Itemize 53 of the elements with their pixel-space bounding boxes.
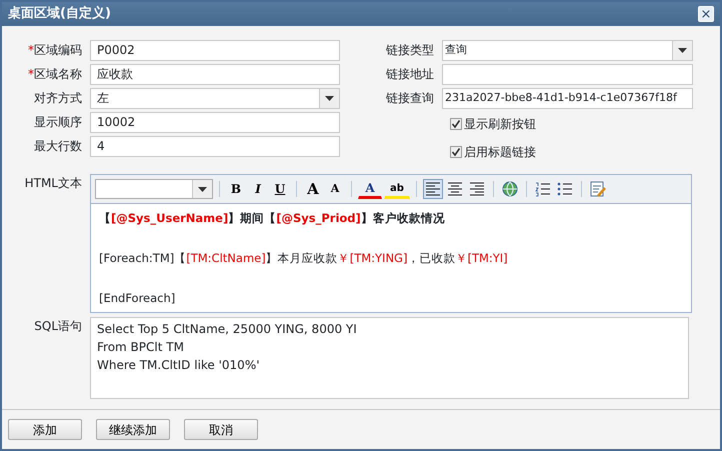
globe-icon[interactable] [501,180,519,198]
dropdown-arrow-icon [678,48,687,52]
italic-button[interactable]: I [248,179,268,199]
field-label: 最大行数 [33,138,83,155]
align-center-icon [446,180,464,198]
text-field[interactable]: 10002 [90,112,340,132]
checkbox-label: 启用标题链接 [464,144,536,161]
align-button[interactable] [423,179,443,199]
bullet-list-icon[interactable] [556,180,574,198]
dropdown-field[interactable]: 查询 [442,40,693,60]
grow-font-button[interactable]: A [303,179,323,199]
edit-source-icon[interactable] [589,180,607,198]
checkbox[interactable] [450,118,462,130]
highlight-button[interactable]: ab [384,179,410,199]
editor-text-line: [Foreach:TM]【[TM:CltName]】本月应收款￥[TM:YING]，已收款￥[TM:YI] [99,251,508,265]
footer-button[interactable]: 添加 [8,419,82,440]
window-title: 桌面区域(自定义) [8,4,111,24]
dropdown-arrow-icon [198,186,207,192]
underline-button[interactable]: U [270,179,290,199]
sql-line: Where TM.CltID like '010%' [97,358,260,372]
text-field[interactable]: P0002 [90,40,340,60]
dropdown-arrow-icon [325,96,334,100]
editor-text-line: 【[@Sys_UserName]】期间【[@Sys_Priod]】客户收款情况 [99,211,445,225]
field-label: 对齐方式 [33,90,83,107]
field-label: 显示顺序 [33,114,83,131]
field-label: 链接查询 [385,90,435,107]
editor-text-line: [EndForeach] [99,291,176,305]
text-field[interactable]: 应收款 [90,64,340,84]
align-left-icon [424,180,442,198]
field-label: HTML文本 [24,175,83,192]
dropdown-field[interactable]: 左 [90,88,340,108]
field-label: 链接地址 [385,66,435,83]
field-label: *区域编码 [27,42,83,59]
footer-button[interactable]: 继续添加 [96,419,170,440]
font-color-button[interactable]: A [358,179,382,199]
checkbox[interactable] [450,146,462,158]
field-label: SQL语句 [33,318,83,335]
sql-textarea[interactable]: Select Top 5 CltName, 25000 YING, 8000 YI From BPClt TM Where TM.CltID like '010%' [90,317,689,399]
checkbox-label: 显示刷新按钮 [464,116,536,133]
field-label: 链接类型 [385,42,435,59]
field-label: *区域名称 [27,66,83,83]
align-right-icon [468,180,486,198]
text-field[interactable]: 4 [90,136,340,156]
sql-line: Select Top 5 CltName, 25000 YING, 8000 YI [97,322,357,336]
bold-button[interactable]: B [226,179,246,199]
shrink-font-button[interactable]: A [325,179,345,199]
sql-line: From BPClt TM [97,340,184,354]
close-button[interactable]: × [698,6,714,22]
text-field[interactable]: 231a2027-bbe8-41d1-b914-c1e07367f18f [442,88,693,108]
footer-button[interactable]: 取消 [184,419,258,440]
rich-text-editor[interactable]: B I U A A A ab 【[@Sys_UserName]】期间【[@Sys_Priod]】客户收款情况 [Foreach:TM]【[TM:CltName]】本月应收款￥[TM:YING]，已收款￥[TM:YI] [EndForeach] [90,174,692,313]
numbered-list-icon[interactable] [534,180,552,198]
text-field[interactable] [442,64,693,84]
